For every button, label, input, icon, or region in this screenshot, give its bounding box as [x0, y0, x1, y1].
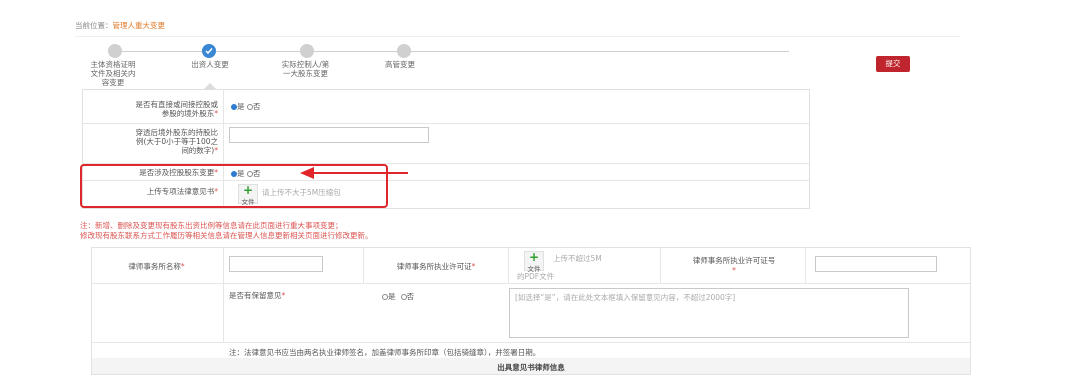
note-line-2: 修改现有股东联系方式工作履历等相关信息请在管理人信息更新相关页面进行修改更新。 — [80, 231, 373, 240]
footnote: 注：法律意见书应当由两名执业律师签名，加盖律师事务所印章（包括骑缝章），并签署日… — [229, 348, 541, 357]
breadcrumb: 当前位置：管理人重大变更 — [75, 20, 165, 31]
divider — [363, 247, 364, 283]
divider — [805, 247, 806, 283]
divider — [75, 36, 960, 37]
section-title: 出具意见书律师信息 — [497, 363, 565, 372]
law-license-upload-button[interactable]: + 文件 — [524, 250, 544, 273]
step-dot-2[interactable] — [202, 44, 216, 58]
upload-hint-size: 上传不超过5M — [553, 254, 602, 263]
arrow-annotation-icon — [300, 167, 408, 179]
reservation-label: 是否有保留意见* — [229, 291, 286, 300]
law-firm-name-label: 律师事务所名称* — [128, 262, 185, 271]
note-line-1: 注：新增、删除及变更现有股东出资比例等信息请在此页面进行重大事项变更； — [80, 221, 343, 230]
step-label-2[interactable]: 出资人变更 — [175, 60, 245, 69]
law-license-no-label: 律师事务所执业许可证号 * — [692, 256, 776, 275]
upload-hint-type: 的PDF文件 — [517, 272, 555, 281]
step-dot-4[interactable] — [397, 44, 411, 58]
offshore-ratio-label: 穿透后境外股东的持股比 例(大于0小于等于100之 间的数字)* — [135, 128, 219, 155]
offshore-shareholder-label: 是否有直接或间接控股或 参股的境外股东* — [135, 100, 219, 118]
divider — [223, 247, 224, 342]
breadcrumb-current[interactable]: 管理人重大变更 — [113, 21, 166, 30]
divider — [83, 123, 809, 124]
law-license-label: 律师事务所执业许可证* — [396, 262, 476, 271]
divider — [508, 247, 509, 283]
step-label-1[interactable]: 主体资格证明 文件及相关内 容变更 — [78, 60, 148, 87]
reservation-radio: 是 否 — [382, 291, 414, 302]
law-firm-name-input[interactable] — [229, 256, 323, 272]
step-label-4[interactable]: 高管变更 — [370, 60, 430, 69]
step-label-3[interactable]: 实际控制人/第 一大股东变更 — [268, 60, 343, 78]
offshore-shareholder-radio: 是 否 — [231, 101, 261, 112]
law-license-no-input[interactable] — [815, 256, 937, 272]
reservation-textarea[interactable]: [如选择“是”，请在此处文本框填入保留意见内容，不超过2000字] — [509, 288, 909, 338]
submit-button[interactable]: 提交 — [876, 56, 910, 72]
check-icon — [205, 48, 213, 55]
step-dot-3[interactable] — [300, 44, 314, 58]
plus-icon: + — [528, 250, 540, 264]
divider — [660, 247, 661, 283]
offshore-ratio-input[interactable] — [229, 127, 429, 143]
divider — [92, 342, 970, 343]
step-dot-1[interactable] — [108, 44, 122, 58]
divider — [92, 283, 970, 284]
breadcrumb-prefix: 当前位置： — [75, 21, 113, 30]
stepper-track — [115, 51, 789, 52]
